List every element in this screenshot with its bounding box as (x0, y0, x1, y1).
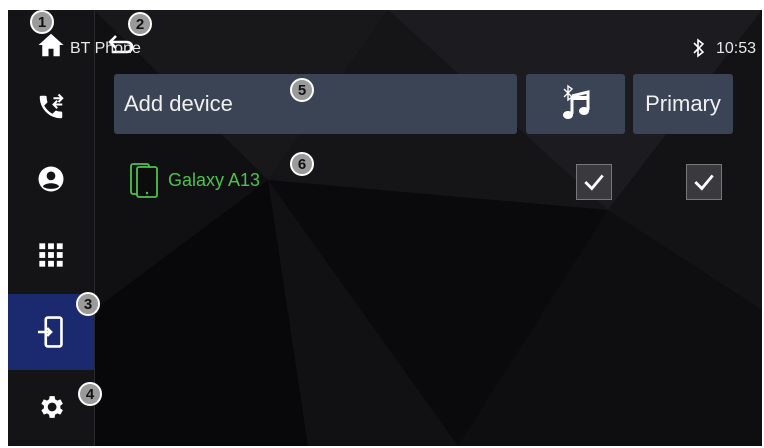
callout-badge: 6 (290, 152, 314, 176)
contact-icon (38, 166, 64, 192)
clock: 10:53 (715, 40, 756, 57)
callout-badge: 3 (76, 292, 100, 316)
head-unit-display: BT Phone 10:53 Add device Primary Galaxy… (8, 10, 762, 446)
phone-transfer-icon (39, 93, 64, 119)
sidebar-item-dialpad[interactable] (8, 220, 94, 290)
primary-label: Primary (645, 91, 721, 116)
primary-button[interactable]: Primary (633, 74, 733, 134)
page-title: BT Phone (70, 40, 141, 57)
home-icon (38, 33, 64, 57)
sidebar (8, 10, 95, 446)
bluetooth-status-icon (693, 38, 705, 58)
add-device-button[interactable]: Add device (114, 74, 517, 134)
callout-badge: 2 (128, 12, 152, 36)
checkmark-icon (694, 174, 714, 191)
checkmark-icon (584, 174, 604, 191)
sidebar-item-settings[interactable] (8, 372, 94, 442)
device-connect-icon (37, 316, 63, 348)
gear-icon (41, 396, 63, 418)
bt-music-icon (562, 84, 589, 119)
music-checkbox[interactable] (576, 164, 612, 200)
screen: BT Phone 10:53 Add device Primary Galaxy… (0, 0, 764, 448)
device-list-item[interactable]: Galaxy A13 (128, 162, 260, 198)
phone-icon (130, 163, 158, 198)
sidebar-item-contacts[interactable] (8, 144, 94, 214)
add-device-label: Add device (124, 91, 233, 116)
callout-badge: 5 (290, 78, 314, 102)
callout-badge: 4 (78, 382, 102, 406)
device-name: Galaxy A13 (168, 169, 261, 190)
sidebar-item-recent-calls[interactable] (8, 72, 94, 142)
bt-music-button[interactable] (526, 74, 625, 134)
primary-checkbox[interactable] (686, 164, 722, 200)
grid-icon (39, 243, 63, 267)
callout-badge: 1 (30, 10, 54, 34)
